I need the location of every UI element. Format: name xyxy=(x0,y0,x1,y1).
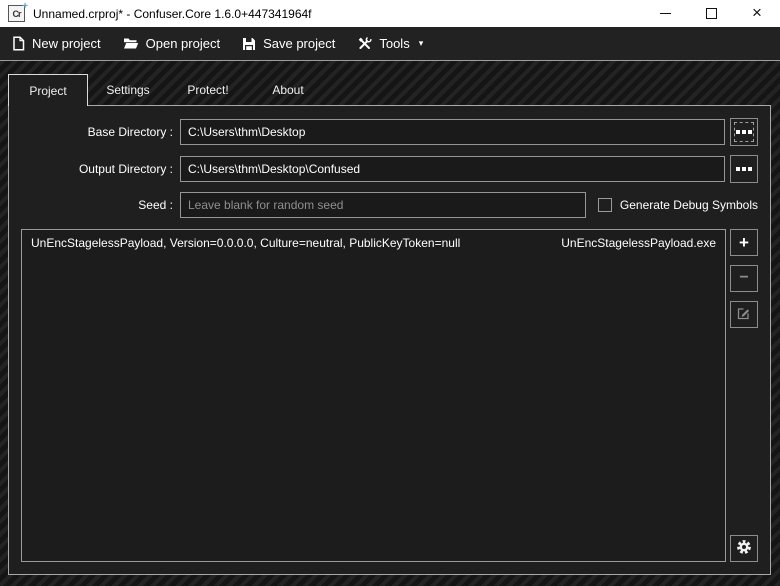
open-project-label: Open project xyxy=(145,36,221,51)
module-assembly-name: UnEncStagelessPayload, Version=0.0.0.0, … xyxy=(31,235,461,250)
close-icon: × xyxy=(752,3,762,22)
remove-module-button[interactable]: − xyxy=(730,265,758,292)
window-controls: × xyxy=(642,0,780,27)
ellipsis-icon xyxy=(742,167,746,171)
module-list-item[interactable]: UnEncStagelessPayload, Version=0.0.0.0, … xyxy=(23,232,724,253)
titlebar: Cr + Unnamed.crproj* - Confuser.Core 1.6… xyxy=(0,0,780,27)
maximize-button[interactable] xyxy=(688,0,734,27)
confuserex-window: Cr + Unnamed.crproj* - Confuser.Core 1.6… xyxy=(0,0,780,586)
new-project-button[interactable]: New project xyxy=(2,30,111,57)
close-button[interactable]: × xyxy=(734,0,780,27)
chevron-down-icon: ▾ xyxy=(418,38,424,48)
edit-module-button[interactable] xyxy=(730,301,758,328)
gear-icon xyxy=(736,539,752,558)
plus-icon: + xyxy=(739,232,749,252)
maximize-icon xyxy=(705,8,717,19)
modules-section: UnEncStagelessPayload, Version=0.0.0.0, … xyxy=(21,229,758,562)
add-module-button[interactable]: + xyxy=(730,229,758,256)
app-icon: Cr + xyxy=(8,1,28,22)
generate-debug-symbols-label: Generate Debug Symbols xyxy=(619,198,758,212)
minimize-icon xyxy=(659,13,671,14)
generate-debug-symbols-checkbox[interactable]: Generate Debug Symbols xyxy=(597,198,758,212)
module-actions-column: + − xyxy=(730,229,758,562)
advanced-settings-button[interactable] xyxy=(730,535,758,562)
seed-label: Seed : xyxy=(138,198,173,212)
base-directory-label: Base Directory : xyxy=(87,125,173,139)
tools-icon xyxy=(357,36,372,51)
output-directory-input[interactable] xyxy=(180,156,725,182)
checkbox-icon[interactable] xyxy=(597,198,612,212)
tools-label: Tools xyxy=(379,36,410,51)
new-document-icon xyxy=(12,36,25,51)
tools-menu-button[interactable]: Tools ▾ xyxy=(347,30,433,57)
new-project-label: New project xyxy=(32,36,101,51)
ellipsis-icon xyxy=(742,130,746,134)
base-directory-input[interactable] xyxy=(180,119,725,145)
open-project-button[interactable]: Open project xyxy=(113,30,230,57)
app-icon-plus-badge: + xyxy=(22,1,28,12)
save-project-button[interactable]: Save project xyxy=(232,30,345,57)
project-tab-panel: Base Directory : Output Directory : Seed… xyxy=(8,105,771,575)
minimize-button[interactable] xyxy=(642,0,688,27)
tab-project[interactable]: Project xyxy=(8,74,88,106)
output-directory-label: Output Directory : xyxy=(78,162,173,176)
open-folder-icon xyxy=(123,37,139,50)
modules-listbox[interactable]: UnEncStagelessPayload, Version=0.0.0.0, … xyxy=(21,229,726,562)
app-icon-text: Cr xyxy=(12,8,21,19)
tab-settings[interactable]: Settings xyxy=(88,74,168,105)
base-directory-browse-button[interactable] xyxy=(730,118,758,146)
window-title: Unnamed.crproj* - Confuser.Core 1.6.0+44… xyxy=(33,6,312,21)
module-file-name: UnEncStagelessPayload.exe xyxy=(561,235,716,250)
save-floppy-icon xyxy=(242,37,256,51)
save-project-label: Save project xyxy=(263,36,336,51)
base-directory-row: Base Directory : xyxy=(21,118,758,146)
output-directory-browse-button[interactable] xyxy=(730,155,758,183)
edit-icon xyxy=(737,306,751,323)
tab-protect[interactable]: Protect! xyxy=(168,74,248,105)
seed-row: Seed : Generate Debug Symbols xyxy=(21,192,758,218)
toolbar: New project Open project Save project To… xyxy=(0,27,780,61)
seed-input[interactable] xyxy=(180,192,586,218)
minus-icon: − xyxy=(739,268,749,286)
tab-about[interactable]: About xyxy=(248,74,328,105)
tab-strip: Project Settings Protect! About xyxy=(8,74,780,106)
main-area: Project Settings Protect! About Base Dir… xyxy=(0,61,780,586)
output-directory-row: Output Directory : xyxy=(21,155,758,183)
